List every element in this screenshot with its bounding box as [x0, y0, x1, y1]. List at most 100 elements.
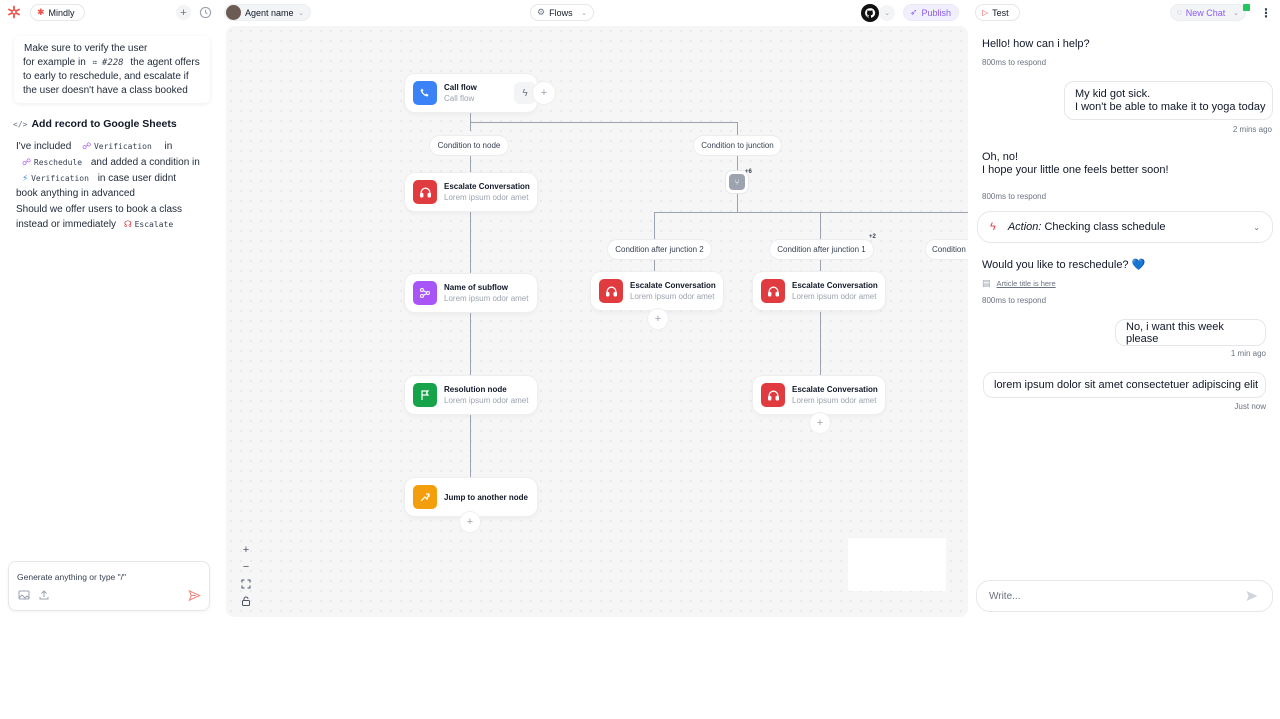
node-subtitle: Call flow [444, 94, 475, 103]
avatar [226, 5, 241, 20]
subflow-icon [413, 281, 437, 305]
connector-line [654, 259, 655, 272]
brand-name: Mindly [48, 7, 75, 18]
agent-name: Agent name [245, 7, 294, 18]
node-title: Escalate Conversation [792, 281, 878, 290]
upload-icon[interactable] [37, 588, 51, 602]
github-menu-chevron-icon[interactable]: ⌄ [879, 5, 895, 21]
zoom-out-icon[interactable]: − [238, 559, 254, 575]
agent-message: Would you like to reschedule? 💙 [982, 259, 1146, 271]
description-line: ☍ Reschedule and added a condition in [22, 157, 200, 168]
article-link[interactable]: ▤ Article title is here [982, 278, 1056, 289]
node-subtitle: Lorem ipsum odor amet [630, 292, 715, 301]
github-icon[interactable] [861, 4, 879, 22]
escalate-node[interactable]: Escalate Conversation Lorem ipsum odor a… [591, 272, 723, 310]
subflow-node[interactable]: Name of subflow Lorem ipsum odor amet [405, 274, 537, 312]
add-node-button[interactable]: + [648, 309, 668, 329]
flow-canvas[interactable]: Call flow Call flow ϟ + Condition to nod… [226, 26, 968, 617]
node-text: Escalate Conversation Lorem ipsum odor a… [792, 280, 878, 302]
prompt-input[interactable]: Generate anything or type "/" [17, 572, 126, 582]
document-icon: ▤ [982, 278, 991, 288]
node-text: Resolution node Lorem ipsum odor amet [444, 384, 528, 406]
send-icon[interactable] [187, 588, 201, 602]
lock-icon[interactable] [238, 593, 254, 609]
action-title: Add record to Google Sheets [31, 118, 177, 130]
add-node-button[interactable]: + [810, 413, 830, 433]
description-line: I've included ☍ Verification in [16, 141, 172, 152]
escalate-node[interactable]: Escalate Conversation Lorem ipsum odor a… [753, 272, 885, 310]
condition-label[interactable]: Condition after junction 2 [608, 240, 711, 259]
chevron-down-icon: ⌄ [1233, 9, 1239, 17]
pr-number: #228 [101, 57, 124, 68]
node-text: Escalate Conversation Lorem ipsum odor a… [792, 384, 878, 406]
verification-tag[interactable]: ☍ Verification [82, 141, 152, 152]
junction-badge: +6 [745, 169, 752, 175]
node-subtitle: Lorem ipsum odor amet [444, 396, 529, 405]
test-tab[interactable]: ▷ Test [975, 4, 1020, 21]
condition-label[interactable]: Condition after junction 1 [770, 240, 873, 259]
node-text: Escalate Conversation Lorem ipsum odor a… [444, 181, 530, 203]
escalate-node[interactable]: Escalate Conversation Lorem ipsum odor a… [405, 173, 537, 211]
node-text: Jump to another node [444, 492, 528, 503]
node-title: Jump to another node [444, 492, 528, 502]
agent-selector[interactable]: Agent name ⌄ [224, 4, 311, 21]
send-icon[interactable] [1244, 588, 1260, 604]
verification-tag[interactable]: ⚡ Verification [22, 173, 89, 184]
add-node-icon[interactable]: + [533, 82, 555, 104]
pr-reference[interactable]: ⌗ #228 [93, 57, 124, 68]
message-time: 1 min ago [1230, 349, 1266, 358]
action-prefix: Action: [1007, 221, 1042, 233]
description-line: ⚡ Verification in case user didnt [22, 173, 176, 184]
note-text: the agent offers [130, 56, 200, 68]
condition-label[interactable]: Condition [926, 240, 968, 259]
response-time: 800ms to respond [982, 58, 1047, 67]
add-icon[interactable]: + [176, 5, 191, 20]
image-upload-icon[interactable] [17, 588, 31, 602]
connector-line [820, 312, 821, 376]
node-title: Call flow [444, 83, 477, 92]
node-text: Call flow Call flow [444, 82, 477, 104]
description-line: book anything in advanced [16, 188, 135, 199]
action-card[interactable]: ϟ Action: Checking class schedule ⌄ [977, 211, 1273, 243]
action-heading[interactable]: </> Add record to Google Sheets [13, 118, 177, 130]
workspace-selector[interactable]: ✱ Mindly [30, 4, 85, 21]
escalate-node[interactable]: Escalate Conversation Lorem ipsum odor a… [753, 376, 885, 414]
reschedule-tag[interactable]: ☍ Reschedule [22, 157, 82, 168]
status-indicator [1243, 4, 1250, 11]
note-line: for example in ⌗ #228 the agent offers [23, 56, 201, 71]
connector-line [470, 154, 471, 172]
jump-node[interactable]: Jump to another node [405, 478, 537, 516]
fit-view-icon[interactable] [238, 576, 254, 592]
new-chat-label: New Chat [1185, 7, 1226, 18]
message-line: I hope your little one feels better soon… [982, 164, 1169, 176]
note-text: for example in [23, 56, 86, 68]
jump-icon [413, 485, 437, 509]
add-node-button[interactable]: + [460, 512, 480, 532]
text: in case user didnt [97, 173, 177, 184]
tag-label: Verification [31, 174, 89, 183]
flows-selector[interactable]: ⚙ Flows ⌄ [530, 4, 594, 21]
app-logo-icon[interactable] [7, 5, 21, 19]
connector-line [820, 259, 821, 272]
new-chat-button[interactable]: ◌ New Chat ⌄ [1170, 4, 1246, 21]
resolution-node[interactable]: Resolution node Lorem ipsum odor amet [405, 376, 537, 414]
tag-label: Reschedule [33, 158, 83, 167]
more-vertical-icon[interactable]: ⋮ [1260, 5, 1272, 21]
history-icon[interactable] [198, 5, 213, 20]
flows-icon: ⚙ [537, 7, 546, 17]
publish-button[interactable]: ➶ Publish [903, 4, 959, 21]
article-title: Article title is here [996, 279, 1056, 288]
zoom-in-icon[interactable]: + [238, 542, 254, 558]
code-icon: </> [13, 119, 28, 129]
play-icon: ▷ [982, 8, 989, 17]
test-label: Test [992, 7, 1009, 18]
condition-label[interactable]: Condition to node [430, 136, 508, 155]
connector-line [470, 111, 471, 131]
text: and added a condition in [90, 157, 200, 168]
message-line: I won't be able to make it to yoga today [1075, 100, 1266, 113]
escalate-tag[interactable]: ☊ Escalate [124, 219, 173, 230]
user-message: My kid got sick. I won't be able to make… [1064, 81, 1273, 120]
minimap[interactable] [848, 538, 946, 591]
message-input[interactable]: Write... [989, 591, 1244, 602]
condition-label[interactable]: Condition to junction [694, 136, 781, 155]
